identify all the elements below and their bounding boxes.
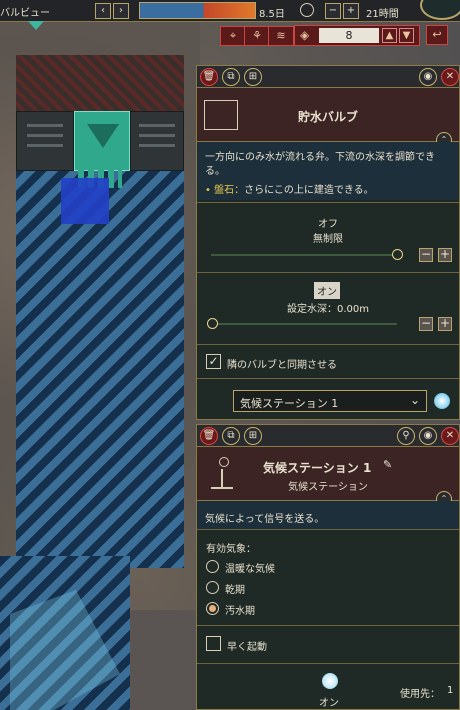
- active-weather-label: 有効気象：: [206, 544, 256, 555]
- section1-plus-button[interactable]: +: [438, 248, 452, 262]
- section2-state: オン: [314, 282, 340, 299]
- rock-block: [16, 55, 184, 113]
- weather-option-2[interactable]: 汚水期: [206, 601, 406, 617]
- prev-button[interactable]: ‹: [95, 3, 111, 19]
- top-bar: バルビュー ‹ › 8.5日 − + 21時間: [0, 0, 460, 22]
- valve-description: 一方向にのみ水が流れる弁。下流の水深を調節できる。: [205, 152, 435, 177]
- layer-value-field[interactable]: 8: [319, 28, 379, 43]
- section2-plus-button[interactable]: +: [438, 317, 452, 331]
- valve-panel: 🗑 ⧉ ⊞ ◉ ✕ 貯水バルブ ⌃ 一方向にのみ水が流れる弁。下流の水深を調節で…: [196, 65, 460, 420]
- weather-panel: 🗑 ⧉ ⊞ ⚲ ◉ ✕ 気候ステーション 1 ✎ 気候ステーション ⌃ 気候によ…: [196, 424, 460, 710]
- radio-warm[interactable]: [206, 560, 219, 573]
- delete-icon[interactable]: 🗑: [200, 68, 218, 86]
- valve-note-text: さらにこの上に建造できる。: [244, 185, 374, 196]
- layer-down-button[interactable]: ▼: [399, 28, 414, 43]
- chevron-down-icon: ⌄: [410, 393, 421, 407]
- close-icon[interactable]: ✕: [441, 68, 459, 86]
- dropdown-caret-icon[interactable]: [28, 21, 44, 30]
- rename-icon[interactable]: ✎: [383, 458, 392, 471]
- status-section: オン 使用先： 1: [197, 663, 459, 709]
- duplicate-icon[interactable]: ⊞: [244, 68, 262, 86]
- section1-minus-button[interactable]: −: [419, 248, 433, 262]
- valve-selected-block[interactable]: [74, 111, 130, 171]
- eye-icon[interactable]: ◉: [419, 427, 437, 445]
- weather-station-dropdown[interactable]: 気候ステーション 1 ⌄: [233, 390, 427, 412]
- section1-slider[interactable]: [211, 254, 397, 256]
- time-plus-button[interactable]: +: [343, 3, 359, 19]
- flow-section-1: オフ 無制限 − +: [197, 202, 459, 272]
- dropdown-section: 気候ステーション 1 ⌄: [197, 378, 459, 420]
- radio-drought[interactable]: [206, 581, 219, 594]
- duplicate-icon[interactable]: ⊞: [244, 427, 262, 445]
- early-checkbox[interactable]: [206, 636, 221, 651]
- option-label-2: 汚水期: [225, 606, 255, 617]
- weather-panel-header: 気候ステーション 1 ✎ 気候ステーション ⌃: [197, 447, 459, 507]
- valve-structure-right: [130, 111, 184, 171]
- timer-icon[interactable]: [300, 3, 314, 17]
- sync-section: ✓ 隣のバルブと同期させる: [197, 344, 459, 378]
- uses-label: 使用先：: [400, 689, 440, 700]
- water-area-corner: [130, 610, 198, 710]
- dropdown-value: 気候ステーション 1: [240, 397, 339, 410]
- close-icon[interactable]: ✕: [441, 427, 459, 445]
- section1-slider-thumb[interactable]: [392, 249, 403, 260]
- option-label-0: 温暖な気候: [225, 564, 275, 575]
- water-area-stripes: [16, 168, 184, 568]
- layers-icon: ◈: [300, 28, 310, 42]
- undo-button[interactable]: ↩: [426, 25, 448, 45]
- flow-section-2: オン 設定水深：0.00m − +: [197, 272, 459, 344]
- layer-tool-3-icon[interactable]: ≋: [268, 26, 294, 46]
- valve-note: • 盤石：さらにこの上に建造できる。: [205, 185, 374, 196]
- weather-timeline: [139, 2, 256, 19]
- valve-panel-toolbar: 🗑 ⧉ ⊞ ◉ ✕: [197, 66, 459, 88]
- next-button[interactable]: ›: [113, 3, 129, 19]
- radio-badtide[interactable]: [206, 602, 219, 615]
- time-label: 21時間: [366, 9, 399, 20]
- weather-description-box: 気候によって信号を送る。: [197, 501, 459, 529]
- delete-icon[interactable]: 🗑: [200, 427, 218, 445]
- section2-value: 設定水深：0.00m: [286, 304, 369, 315]
- time-minus-button[interactable]: −: [325, 3, 341, 19]
- section2-slider[interactable]: [211, 323, 397, 325]
- weather-panel-toolbar: 🗑 ⧉ ⊞ ⚲ ◉ ✕: [197, 425, 459, 447]
- weather-subtitle: 気候ステーション: [288, 482, 368, 493]
- valve-note-label: 盤石：: [214, 185, 245, 196]
- water-source-blue: [61, 178, 109, 224]
- layer-selector: ◈ 8 ▲ ▼: [294, 25, 420, 46]
- layer-tool-1-icon[interactable]: ⌖: [220, 26, 246, 46]
- sync-checkbox[interactable]: ✓: [206, 354, 221, 369]
- early-label: 早く起動: [227, 642, 267, 653]
- signal-light-icon: [322, 673, 338, 689]
- day-label: 8.5日: [259, 9, 285, 20]
- section2-minus-button[interactable]: −: [419, 317, 433, 331]
- valve-description-box: 一方向にのみ水が流れる弁。下流の水深を調節できる。 • 盤石：さらにこの上に建造…: [197, 142, 459, 200]
- valve-panel-header: 貯水バルブ ⌃: [197, 88, 459, 148]
- valve-title: 貯水バルブ: [297, 110, 358, 124]
- copy-icon[interactable]: ⧉: [222, 68, 240, 86]
- section1-value: 無制限: [313, 234, 343, 245]
- section1-state: オフ: [318, 219, 338, 230]
- weather-title: 気候ステーション 1: [263, 461, 372, 475]
- layer-up-button[interactable]: ▲: [382, 28, 397, 43]
- section2-slider-thumb[interactable]: [207, 318, 218, 329]
- weather-option-1[interactable]: 乾期: [206, 580, 406, 596]
- weather-description: 気候によって信号を送る。: [205, 514, 325, 525]
- option-label-1: 乾期: [225, 585, 245, 596]
- early-section: 早く起動: [197, 625, 459, 661]
- clock-dial-icon: [420, 0, 460, 20]
- active-weather-section: 有効気象： 温暖な気候 乾期 汚水期: [197, 529, 459, 621]
- copy-icon[interactable]: ⧉: [222, 427, 240, 445]
- valve-structure-left: [16, 111, 74, 171]
- pin-icon[interactable]: ⚲: [397, 427, 415, 445]
- sync-label: 隣のバルブと同期させる: [227, 360, 337, 371]
- layer-tool-2-icon[interactable]: ⚘: [244, 26, 270, 46]
- status-label: オン: [319, 698, 339, 709]
- eye-icon[interactable]: ◉: [419, 68, 437, 86]
- link-indicator-icon[interactable]: [434, 393, 450, 409]
- view-label: バルビュー: [0, 8, 50, 19]
- uses-count: 1: [447, 685, 454, 696]
- weather-option-0[interactable]: 温暖な気候: [206, 559, 406, 575]
